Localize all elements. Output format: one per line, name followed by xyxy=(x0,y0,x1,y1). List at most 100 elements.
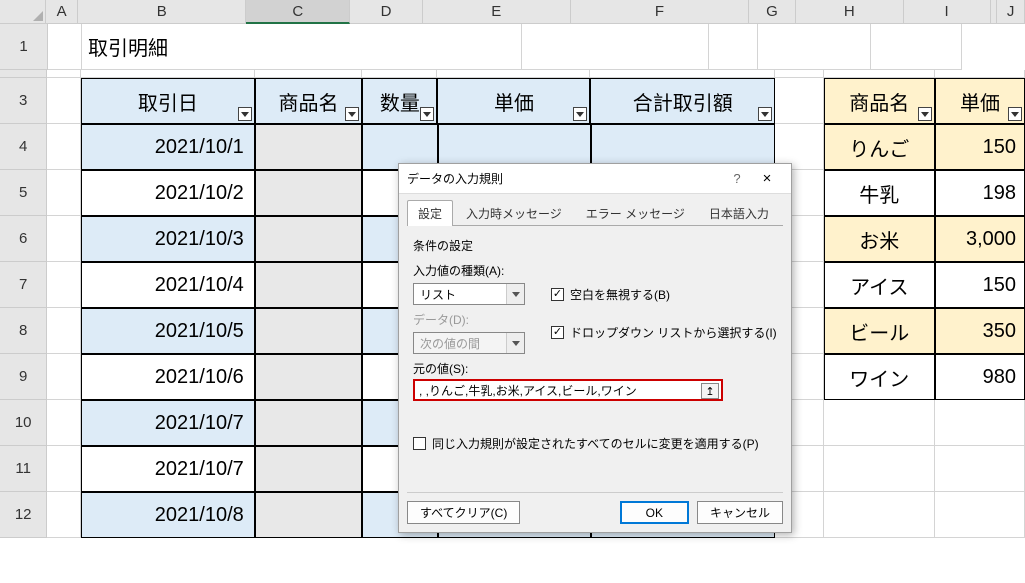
col-header-B[interactable]: B xyxy=(78,0,246,24)
col-header-H[interactable]: H xyxy=(796,0,904,24)
apply-all-checkbox[interactable]: 同じ入力規則が設定されたすべてのセルに変更を適用する(P) xyxy=(413,435,777,452)
cell-A3[interactable] xyxy=(47,78,81,124)
col-header-G[interactable]: G xyxy=(749,0,796,24)
product-price-cell[interactable]: 980 xyxy=(935,354,1025,400)
filter-icon[interactable] xyxy=(345,107,359,121)
tab-ime[interactable]: 日本語入力 xyxy=(698,200,780,226)
in-cell-dropdown-checkbox[interactable]: ドロップダウン リストから選択する(I) xyxy=(551,324,777,341)
filter-icon[interactable] xyxy=(573,107,587,121)
product-price-cell[interactable]: 350 xyxy=(935,308,1025,354)
cell-D2[interactable] xyxy=(362,70,437,78)
header-date[interactable]: 取引日 xyxy=(81,78,255,124)
cell-B1-title[interactable]: 取引明細 xyxy=(82,24,522,70)
product-price-cell[interactable]: 150 xyxy=(935,124,1025,170)
filter-icon[interactable] xyxy=(238,107,252,121)
header-qty[interactable]: 数量 xyxy=(362,78,437,124)
cell-date[interactable]: 2021/10/7 xyxy=(81,400,255,446)
ignore-blank-checkbox[interactable]: 空白を無視する(B) xyxy=(551,286,670,303)
range-selector-icon[interactable] xyxy=(701,383,719,399)
row-header-4[interactable]: 4 xyxy=(0,124,47,170)
source-input[interactable]: , ,りんご,牛乳,お米,アイス,ビール,ワイン xyxy=(413,379,723,401)
header-product[interactable]: 商品名 xyxy=(255,78,363,124)
cell-I11[interactable] xyxy=(935,446,1025,492)
cell-date[interactable]: 2021/10/1 xyxy=(81,124,255,170)
cell-F1[interactable] xyxy=(522,24,709,70)
cell-date[interactable]: 2021/10/2 xyxy=(81,170,255,216)
cell-date[interactable]: 2021/10/3 xyxy=(81,216,255,262)
cell-product-name[interactable] xyxy=(255,446,363,492)
product-name-cell[interactable]: アイス xyxy=(824,262,936,308)
cell-A11[interactable] xyxy=(47,446,81,492)
cell-A8[interactable] xyxy=(47,308,81,354)
cell-A9[interactable] xyxy=(47,354,81,400)
row-header-10[interactable]: 10 xyxy=(0,400,47,446)
header-total[interactable]: 合計取引額 xyxy=(590,78,775,124)
row-header-11[interactable]: 11 xyxy=(0,446,47,492)
cell-product-name[interactable] xyxy=(255,492,363,538)
cell-H12[interactable] xyxy=(824,492,936,538)
cell-E2[interactable] xyxy=(437,70,590,78)
cell-I2[interactable] xyxy=(935,70,1025,78)
cell-product-name[interactable] xyxy=(255,124,363,170)
cell-A12[interactable] xyxy=(47,492,81,538)
cell-A4[interactable] xyxy=(47,124,81,170)
cell-date[interactable]: 2021/10/7 xyxy=(81,446,255,492)
cell-H11[interactable] xyxy=(824,446,936,492)
cell-H2[interactable] xyxy=(824,70,936,78)
cell-A1[interactable] xyxy=(48,24,82,70)
cell-product-name[interactable] xyxy=(255,354,363,400)
product-price-cell[interactable]: 3,000 xyxy=(935,216,1025,262)
row-header-7[interactable]: 7 xyxy=(0,262,47,308)
col-header-I[interactable]: I xyxy=(904,0,991,24)
col-header-A[interactable]: A xyxy=(46,0,78,24)
cell-product-name[interactable] xyxy=(255,400,363,446)
cell-A5[interactable] xyxy=(47,170,81,216)
select-all-corner[interactable] xyxy=(0,0,46,24)
cell-product-name[interactable] xyxy=(255,262,363,308)
product-name-cell[interactable]: りんご xyxy=(824,124,936,170)
tab-error-message[interactable]: エラー メッセージ xyxy=(575,200,696,226)
cell-I10[interactable] xyxy=(935,400,1025,446)
cell-product-name[interactable] xyxy=(255,308,363,354)
col-header-E[interactable]: E xyxy=(423,0,571,24)
cell-G2[interactable] xyxy=(775,70,823,78)
cell-G3[interactable] xyxy=(775,78,823,124)
cell-product-name[interactable] xyxy=(255,216,363,262)
col-header-J[interactable]: J xyxy=(996,0,1025,24)
row-header-3[interactable]: 3 xyxy=(0,78,47,124)
filter-icon[interactable] xyxy=(420,107,434,121)
product-name-cell[interactable]: お米 xyxy=(824,216,936,262)
cancel-button[interactable]: キャンセル xyxy=(697,501,783,524)
filter-icon[interactable] xyxy=(758,107,772,121)
cell-H1[interactable] xyxy=(758,24,871,70)
allow-select[interactable]: リスト xyxy=(413,283,525,305)
cell-H10[interactable] xyxy=(824,400,936,446)
cell-date[interactable]: 2021/10/5 xyxy=(81,308,255,354)
clear-all-button[interactable]: すべてクリア(C) xyxy=(407,501,520,524)
help-button[interactable]: ? xyxy=(723,171,751,186)
cell-C2[interactable] xyxy=(255,70,363,78)
row-header-8[interactable]: 8 xyxy=(0,308,47,354)
cell-date[interactable]: 2021/10/8 xyxy=(81,492,255,538)
cell-A7[interactable] xyxy=(47,262,81,308)
filter-icon[interactable] xyxy=(918,107,932,121)
cell-product-name[interactable] xyxy=(255,170,363,216)
tab-settings[interactable]: 設定 xyxy=(407,200,453,226)
cell-date[interactable]: 2021/10/4 xyxy=(81,262,255,308)
header-unitprice[interactable]: 単価 xyxy=(437,78,590,124)
col-header-C[interactable]: C xyxy=(246,0,350,24)
cell-G1[interactable] xyxy=(709,24,758,70)
ok-button[interactable]: OK xyxy=(620,501,689,524)
filter-icon[interactable] xyxy=(1008,107,1022,121)
product-name-cell[interactable]: ビール xyxy=(824,308,936,354)
cell-I12[interactable] xyxy=(935,492,1025,538)
side-header-product[interactable]: 商品名 xyxy=(824,78,936,124)
cell-A6[interactable] xyxy=(47,216,81,262)
product-price-cell[interactable]: 198 xyxy=(935,170,1025,216)
row-header-5[interactable]: 5 xyxy=(0,170,47,216)
product-price-cell[interactable]: 150 xyxy=(935,262,1025,308)
col-header-F[interactable]: F xyxy=(571,0,749,24)
row-header-12[interactable]: 12 xyxy=(0,492,47,538)
cell-B2[interactable] xyxy=(81,70,255,78)
cell-date[interactable]: 2021/10/6 xyxy=(81,354,255,400)
